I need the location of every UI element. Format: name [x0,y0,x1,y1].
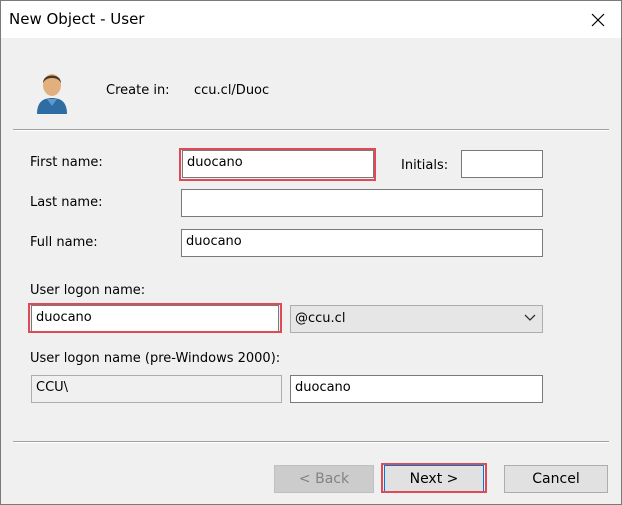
last-name-field[interactable] [181,189,543,217]
separator-bottom [13,441,609,443]
new-object-user-dialog: New Object - User Create in: ccu.cl/Duoc… [0,0,622,505]
chevron-down-icon [524,314,536,321]
back-button[interactable]: < Back [274,465,374,493]
pre2000-label: User logon name (pre-Windows 2000): [30,351,281,366]
create-in-value: ccu.cl/Duoc [194,83,270,98]
logon-name-label: User logon name: [30,283,146,298]
create-in-label: Create in: [106,83,170,98]
domain-suffix-value: @ccu.cl [295,311,346,326]
window-title: New Object - User [9,10,145,28]
last-name-label: Last name: [30,195,103,210]
full-name-label: Full name: [30,235,98,250]
close-icon [591,13,605,26]
cancel-button[interactable]: Cancel [504,465,608,493]
first-name-field[interactable]: duocano [182,150,374,178]
first-name-label: First name: [30,155,103,170]
close-button[interactable] [575,1,621,38]
next-button[interactable]: Next > [384,465,484,493]
separator-top [13,129,609,131]
pre2000-domain-field: CCU\ [31,375,282,403]
logon-name-field[interactable]: duocano [31,305,279,333]
user-icon [37,74,67,114]
title-bar: New Object - User [1,1,621,38]
domain-suffix-select[interactable]: @ccu.cl [290,305,543,333]
pre2000-logon-field[interactable]: duocano [290,375,543,403]
initials-field[interactable] [461,150,543,178]
initials-label: Initials: [401,158,449,173]
full-name-field[interactable]: duocano [181,229,543,257]
